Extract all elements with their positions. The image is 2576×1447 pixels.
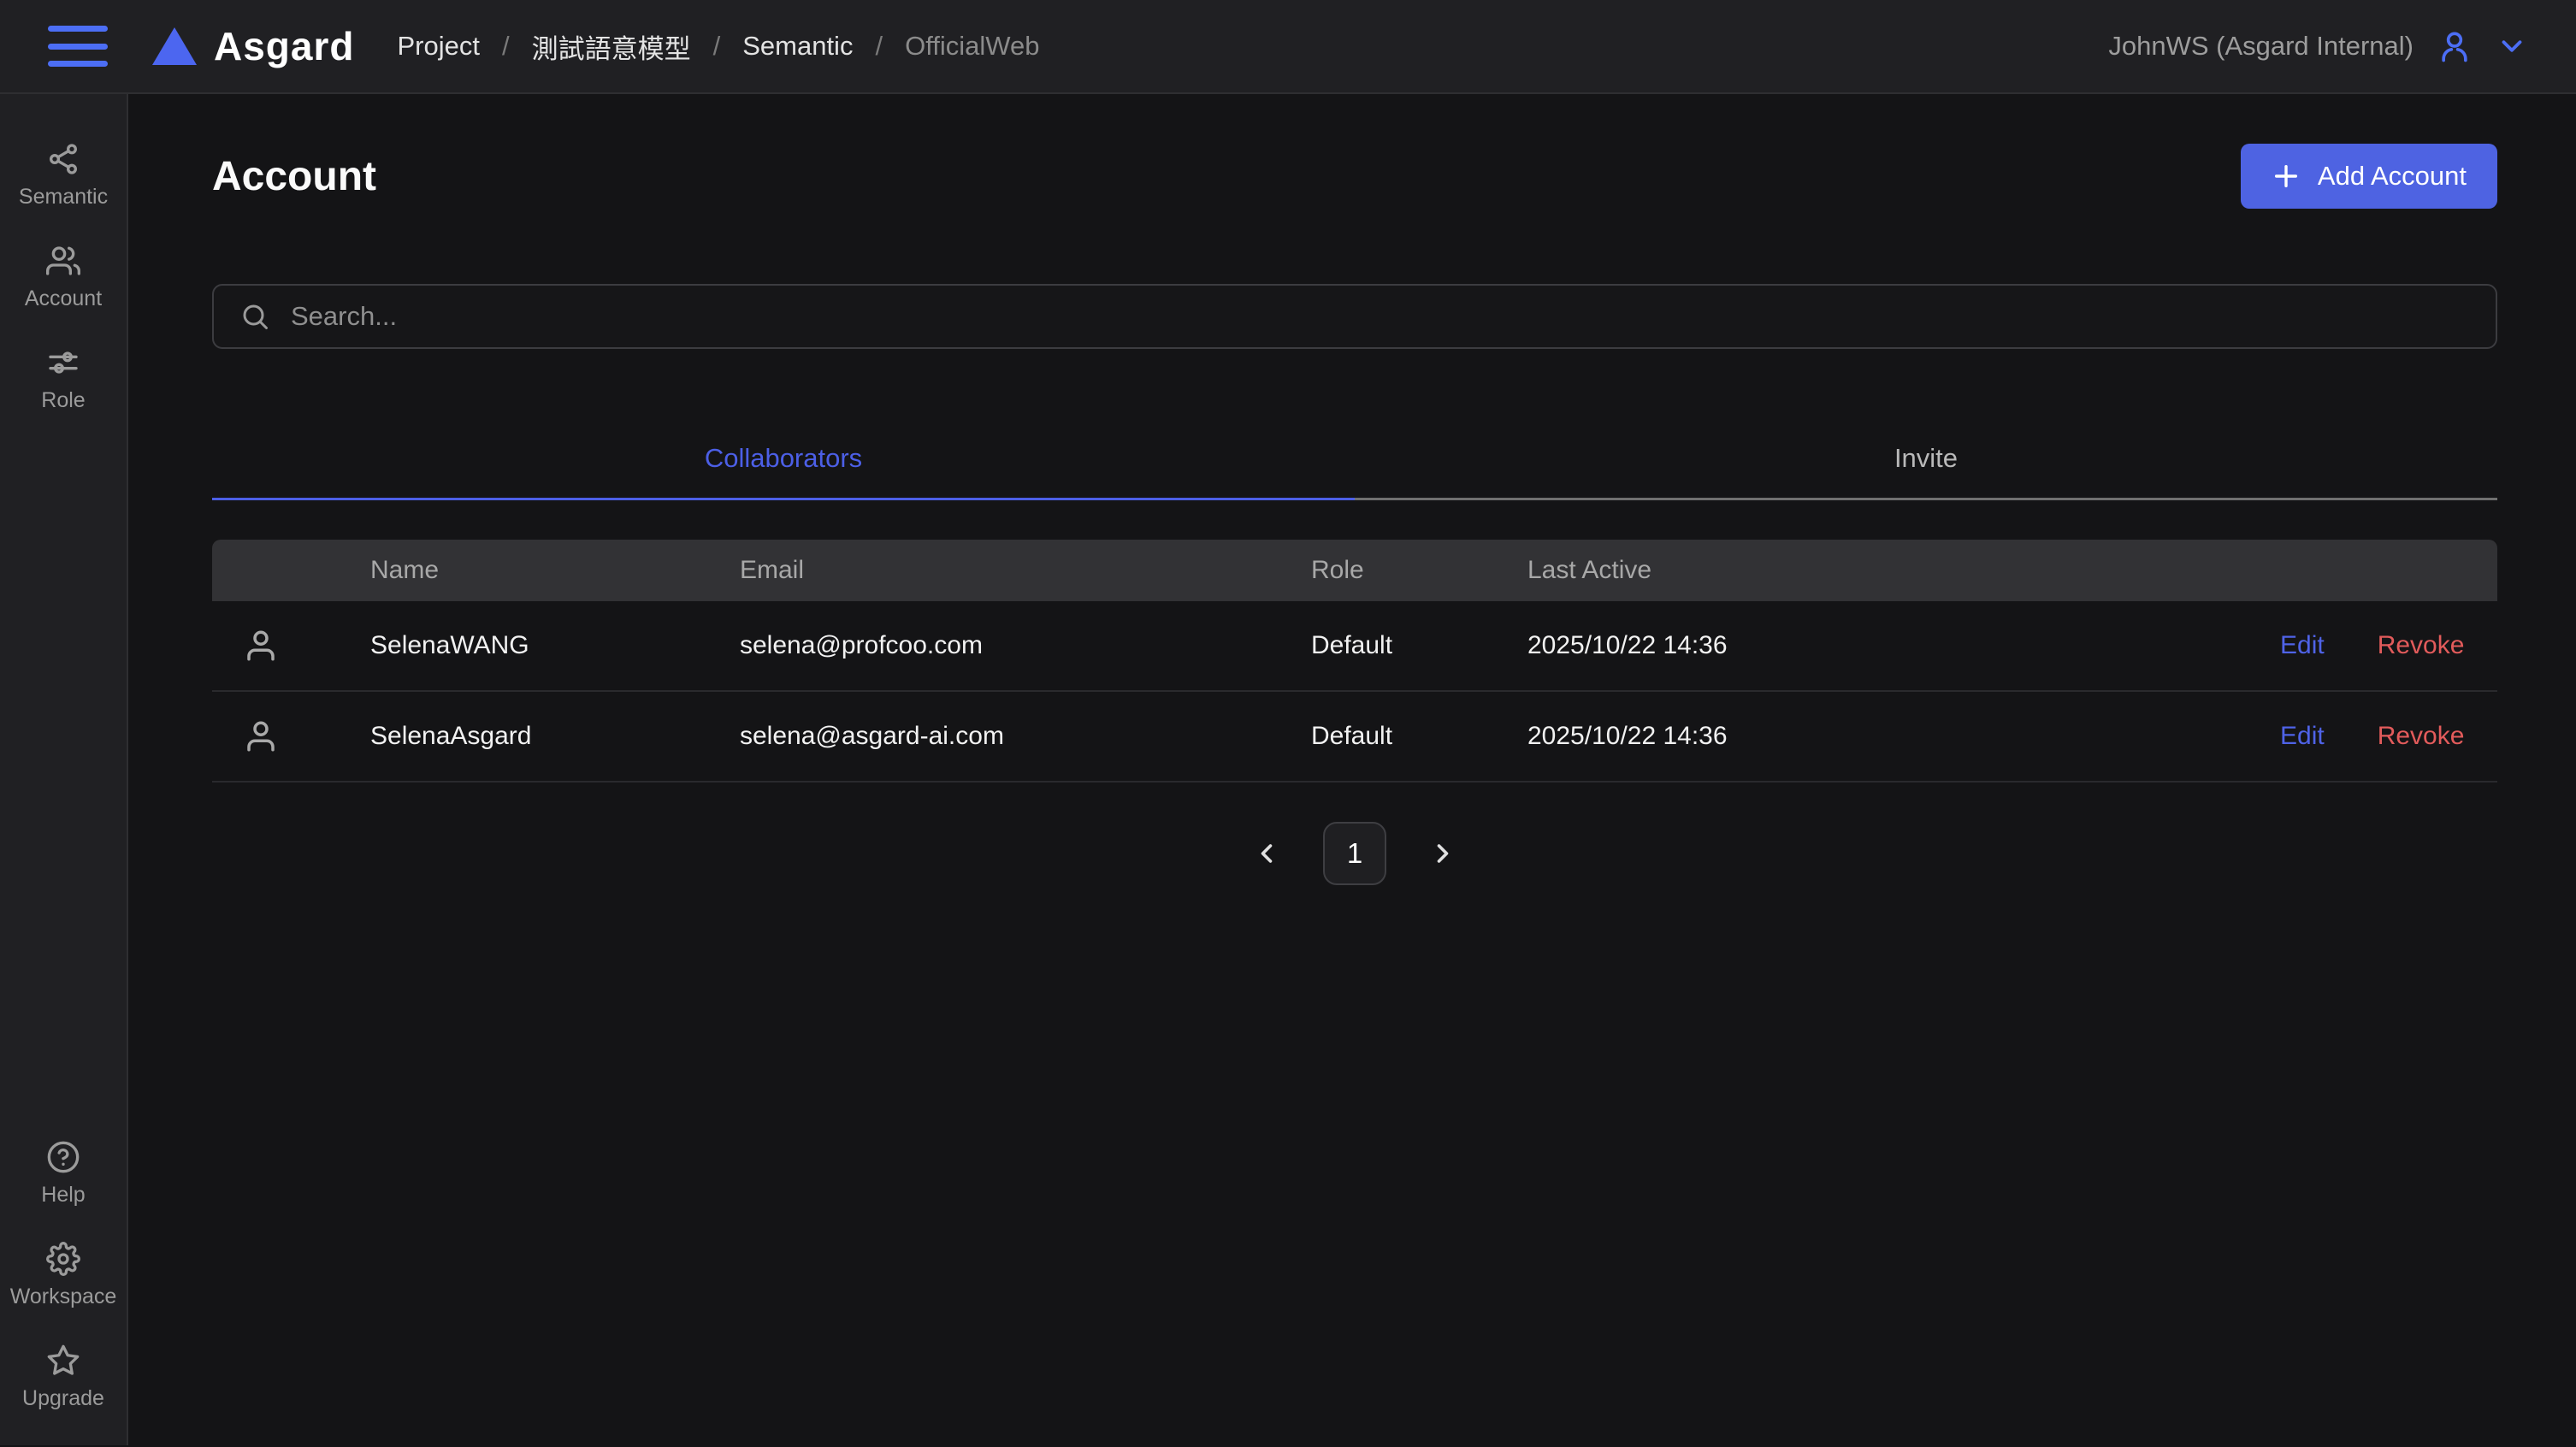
sidebar-item-workspace[interactable]: Workspace [0,1231,127,1320]
collaborators-table: Name Email Role Last Active SelenaWANG s… [212,540,2497,783]
chevron-down-icon[interactable] [2496,30,2528,62]
sidebar-item-label: Semantic [19,185,108,210]
edit-link[interactable]: Edit [2280,722,2325,751]
sidebar-item-account[interactable]: Account [0,233,127,322]
app-logo[interactable]: Asgard [152,23,354,69]
table-header-row: Name Email Role Last Active [212,540,2497,601]
users-icon [46,244,80,278]
next-page-icon[interactable] [1427,838,1458,869]
pagination: 1 [212,822,2497,885]
sidebar-item-help[interactable]: Help [0,1130,127,1218]
main-content: Account Add Account Collaborators Invite… [128,94,2576,1445]
prev-page-icon[interactable] [1251,838,1282,869]
sliders-icon [46,346,80,380]
breadcrumb-semantic[interactable]: Semantic [742,31,853,62]
cell-email: selena@profcoo.com [740,631,1311,660]
cell-role: Default [1311,722,1527,751]
sidebar-item-label: Role [41,388,85,413]
avatar-cell [212,628,370,664]
row-actions: Edit Revoke [2280,631,2497,660]
sidebar-item-label: Workspace [10,1285,117,1309]
breadcrumb: Project / 測試語意模型 / Semantic / OfficialWe… [397,27,1039,66]
tab-bar: Collaborators Invite [212,426,2497,500]
cell-name: SelenaWANG [370,631,740,660]
header-name: Name [370,556,740,585]
search-input[interactable] [291,301,2470,332]
user-avatar-icon[interactable] [2436,27,2473,65]
breadcrumb-project[interactable]: Project [397,31,479,62]
sidebar-item-semantic[interactable]: Semantic [0,132,127,220]
breadcrumb-separator: / [875,31,883,62]
search-bar [212,284,2497,349]
sidebar-item-upgrade[interactable]: Upgrade [0,1333,127,1421]
logo-text: Asgard [214,23,354,69]
breadcrumb-separator: / [502,31,510,62]
breadcrumb-separator: / [713,31,721,62]
table-row: SelenaWANG selena@profcoo.com Default 20… [212,601,2497,692]
row-actions: Edit Revoke [2280,722,2497,751]
add-account-button[interactable]: Add Account [2241,144,2497,209]
cell-email: selena@asgard-ai.com [740,722,1311,751]
table-row: SelenaAsgard selena@asgard-ai.com Defaul… [212,692,2497,783]
plus-icon [2272,162,2301,191]
header-role: Role [1311,556,1527,585]
breadcrumb-current: OfficialWeb [905,31,1039,62]
sidebar-item-role[interactable]: Role [0,335,127,423]
cell-role: Default [1311,631,1527,660]
revoke-link[interactable]: Revoke [2378,631,2465,660]
top-bar: Asgard Project / 測試語意模型 / Semantic / Off… [0,0,2576,94]
search-icon [239,301,270,332]
cell-name: SelenaAsgard [370,722,740,751]
top-bar-right: JohnWS (Asgard Internal) [2108,27,2528,65]
star-icon [46,1344,80,1378]
logo-triangle-icon [152,27,197,65]
revoke-link[interactable]: Revoke [2378,722,2465,751]
add-account-label: Add Account [2318,161,2467,192]
header-email: Email [740,556,1311,585]
sidebar-item-label: Account [25,286,102,311]
tab-collaborators[interactable]: Collaborators [212,426,1355,500]
menu-icon[interactable] [48,26,108,67]
edit-link[interactable]: Edit [2280,631,2325,660]
gear-icon [46,1242,80,1276]
cell-last-active: 2025/10/22 14:36 [1527,722,2280,751]
user-name-label: JohnWS (Asgard Internal) [2108,31,2414,62]
cell-last-active: 2025/10/22 14:36 [1527,631,2280,660]
sidebar-item-label: Help [41,1183,85,1208]
page-title: Account [212,153,376,200]
person-icon [243,628,279,664]
sidebar-item-label: Upgrade [22,1386,104,1411]
sidebar: Semantic Account Role Help [0,94,128,1445]
page-number-button[interactable]: 1 [1323,822,1386,885]
header-last-active: Last Active [1527,556,2280,585]
person-icon [243,718,279,754]
semantic-graph-icon [46,142,80,176]
tab-invite[interactable]: Invite [1355,426,2497,500]
avatar-cell [212,718,370,754]
breadcrumb-model[interactable]: 測試語意模型 [532,27,691,66]
help-circle-icon [46,1140,80,1174]
